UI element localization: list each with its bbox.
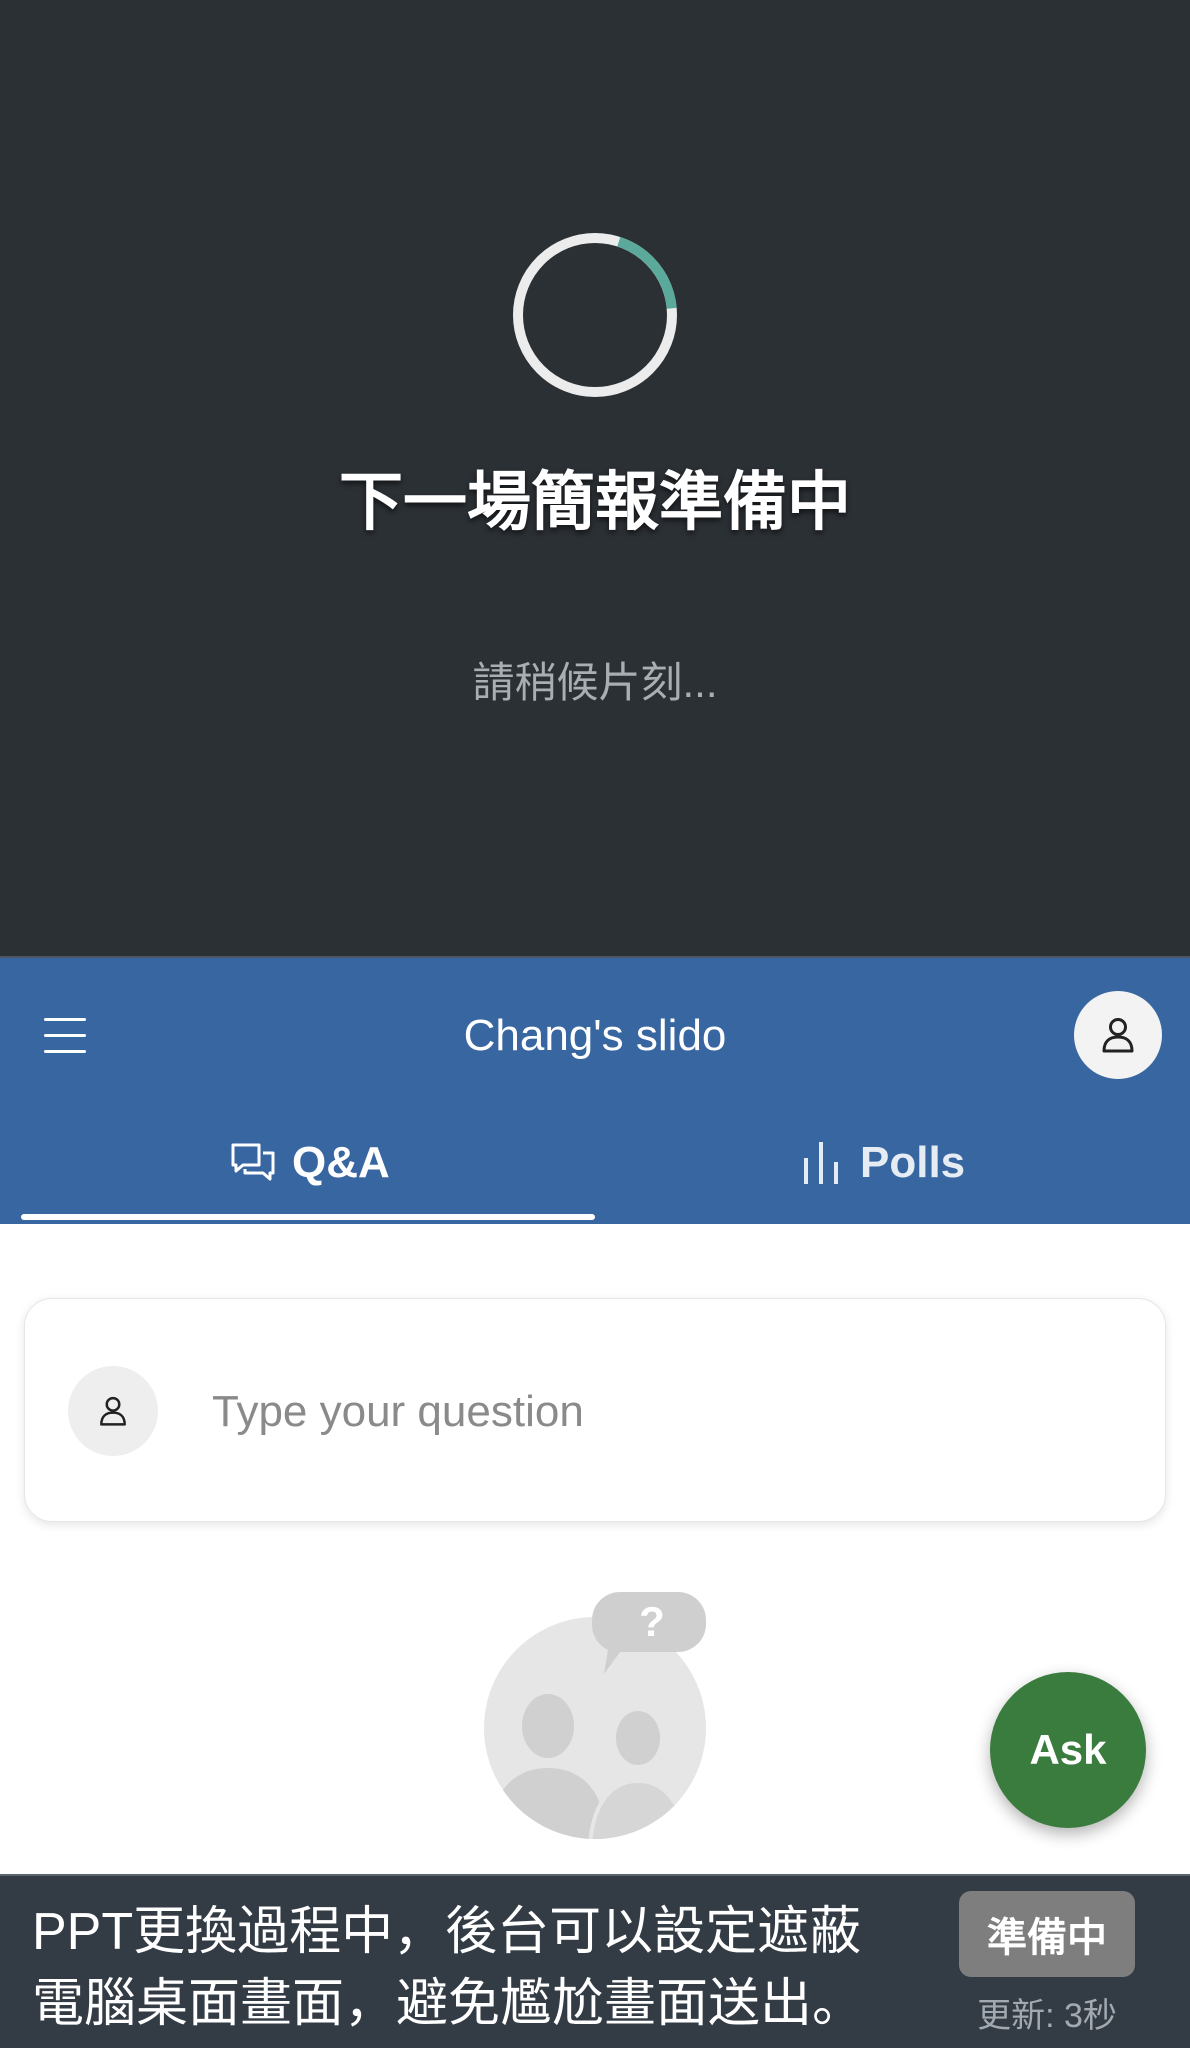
svg-text:?: ? [639,1598,665,1645]
status-badge: 準備中 [959,1891,1135,1977]
people-question-icon: ? [484,1592,706,1839]
tab-polls[interactable]: Polls [800,1130,965,1196]
question-input[interactable] [210,1378,1114,1446]
update-timestamp: 更新: 3秒 [977,1997,1117,2035]
ask-button[interactable]: Ask [990,1672,1146,1828]
bar-chart-icon [804,1142,838,1184]
user-icon [100,1396,126,1426]
loading-title: 下一場簡報準備中 [339,466,851,538]
tab-qa-label: Q&A [292,1138,390,1187]
page-title: Chang's slido [463,1011,727,1060]
user-avatar-button[interactable] [1074,991,1162,1079]
tab-polls-label: Polls [860,1138,966,1187]
loading-panel: 下一場簡報準備中 請稍候片刻... [0,0,1190,956]
loading-subtitle: 請稍候片刻... [472,659,718,706]
app-header [0,956,1190,1224]
active-tab-indicator [21,1214,595,1220]
user-icon [1102,1018,1134,1053]
question-avatar [68,1366,158,1456]
chat-bubbles-icon [231,1143,275,1181]
tab-qa[interactable]: Q&A [230,1130,390,1196]
loading-spinner-icon [513,233,677,397]
notice-text: PPT更換過程中，後台可以設定遮蔽 電腦桌面畫面，避免尷尬畫面送出。 [32,1903,865,2033]
